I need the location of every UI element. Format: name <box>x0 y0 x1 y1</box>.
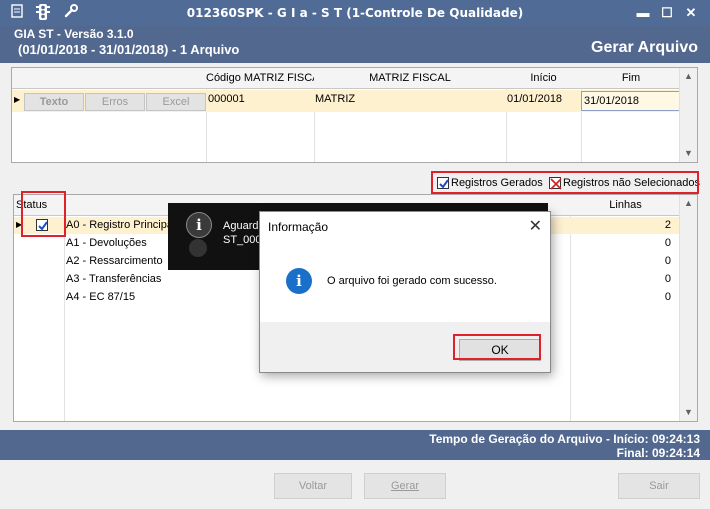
col-linhas[interactable]: Linhas <box>570 195 682 216</box>
ok-highlight <box>453 334 541 360</box>
record-name: A1 - Devoluções <box>66 237 147 249</box>
record-lines: 0 <box>664 255 671 267</box>
errors-button[interactable]: Erros <box>85 93 145 111</box>
record-name: A2 - Ressarcimento <box>66 255 163 267</box>
record-name: A0 - Registro Principal <box>66 219 176 231</box>
dialog-title: Informação <box>268 220 329 234</box>
cell-matriz: MATRIZ <box>315 93 356 105</box>
dialog-message: O arquivo foi gerado com sucesso. <box>327 275 497 287</box>
excel-button[interactable]: Excel <box>146 93 206 111</box>
scroll-down-icon[interactable]: ▼ <box>680 145 697 162</box>
exit-button[interactable]: Sair <box>618 473 700 499</box>
app-version: GIA ST - Versão 3.1.0 <box>14 27 134 41</box>
table-row[interactable]: ▶ Texto Erros Excel 000001 MATRIZ 01/01/… <box>12 90 681 112</box>
record-lines: 0 <box>664 237 671 249</box>
close-icon[interactable]: ✕ <box>684 6 698 20</box>
record-lines: 0 <box>664 291 671 303</box>
generate-button[interactable]: Gerar <box>364 473 446 499</box>
maximize-icon[interactable]: ☐ <box>660 6 674 20</box>
cell-inicio: 01/01/2018 <box>507 93 563 105</box>
scroll-down-icon[interactable]: ▼ <box>680 404 697 421</box>
end-time-label: Final: 09:24:14 <box>616 446 700 460</box>
record-name: A4 - EC 87/15 <box>66 291 136 303</box>
page-title: Gerar Arquivo <box>591 39 698 56</box>
scroll-up-icon[interactable]: ▲ <box>680 195 697 212</box>
record-lines: 0 <box>664 273 671 285</box>
toast-info-icon: i <box>186 212 212 238</box>
info-icon: i <box>286 268 312 294</box>
status-highlight <box>21 191 66 237</box>
text-button[interactable]: Texto <box>24 93 84 111</box>
files-grid-scrollbar[interactable]: ▲ ▼ <box>679 68 697 162</box>
scroll-up-icon[interactable]: ▲ <box>680 68 697 85</box>
cell-codigo: 000001 <box>208 93 245 105</box>
start-time-label: Tempo de Geração do Arquivo - Início: 09… <box>429 432 700 446</box>
dialog-close-icon[interactable]: ✕ <box>529 216 542 236</box>
cell-fim-editor[interactable]: 31/01/2018 <box>581 91 680 111</box>
legend-highlight <box>431 171 699 194</box>
records-grid-scrollbar[interactable]: ▲ ▼ <box>679 195 697 421</box>
window-title: 012360SPK - G I a - S T (1-Controle De Q… <box>186 6 524 20</box>
col-fim[interactable]: Fim <box>581 68 682 89</box>
col-codigo[interactable]: Código MATRIZ FISCA <box>206 68 315 89</box>
col-matriz[interactable]: MATRIZ FISCAL <box>314 68 507 89</box>
toast-line2: ST_000 <box>223 234 262 246</box>
files-grid: Código MATRIZ FISCA MATRIZ FISCAL Início… <box>11 67 698 163</box>
col-inicio[interactable]: Início <box>506 68 582 89</box>
row-pointer-icon: ▶ <box>14 95 21 104</box>
back-button[interactable]: Voltar <box>274 473 352 499</box>
record-lines: 2 <box>664 219 671 231</box>
page-header: GIA ST - Versão 3.1.0 (01/01/2018 - 31/0… <box>0 26 710 63</box>
window-titlebar: 012360SPK - G I a - S T (1-Controle De Q… <box>0 0 710 26</box>
minimize-icon[interactable]: ▬ <box>636 6 650 20</box>
status-bar: Tempo de Geração do Arquivo - Início: 09… <box>0 430 710 460</box>
period-label: (01/01/2018 - 31/01/2018) - 1 Arquivo <box>18 42 240 57</box>
record-name: A3 - Transferências <box>66 273 162 285</box>
toast-line1: Aguard <box>223 220 259 232</box>
